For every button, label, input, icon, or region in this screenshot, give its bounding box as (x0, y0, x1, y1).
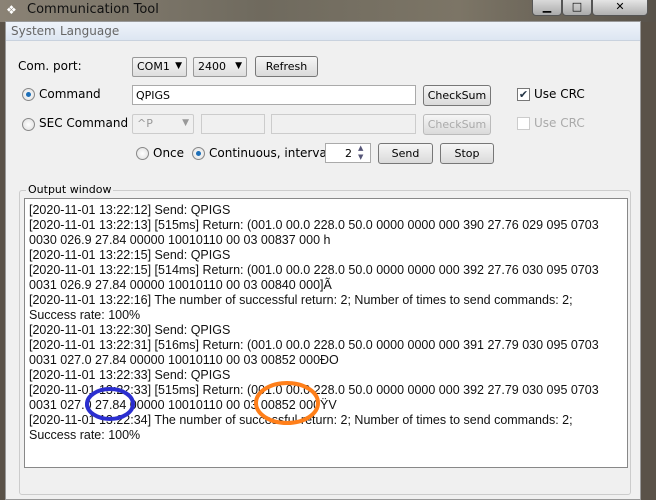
use-crc-checkbox[interactable]: ✔ (517, 88, 530, 101)
sec-command-select[interactable]: ^P ▼ (132, 114, 194, 134)
output-line: [2020-11-01 13:22:34] The number of succ… (29, 413, 573, 427)
output-line: 0030 026.9 27.84 00000 10010110 00 03 00… (29, 233, 331, 247)
stop-button[interactable]: Stop (440, 143, 494, 164)
output-line: [2020-11-01 13:22:33] [515ms] Return: (0… (29, 383, 599, 397)
sec-command-radio[interactable] (22, 118, 35, 131)
baud-rate-select[interactable]: 2400 ▼ (193, 57, 247, 77)
output-window[interactable]: [2020-11-01 13:22:12] Send: QPIGS [2020-1… (24, 198, 628, 468)
refresh-button[interactable]: Refresh (255, 56, 318, 77)
output-line: [2020-11-01 13:22:31] [516ms] Return: (0… (29, 338, 599, 352)
minimize-button[interactable]: ▁ (532, 0, 562, 16)
sec-command-input-2[interactable] (271, 114, 416, 134)
sec-checksum-button[interactable]: CheckSum (423, 114, 491, 135)
output-line: [2020-11-01 13:22:33] Send: QPIGS (29, 368, 231, 382)
continuous-radio[interactable] (192, 147, 205, 160)
once-label: Once (153, 146, 185, 160)
send-button[interactable]: Send (378, 143, 433, 164)
close-button[interactable]: ✕ (592, 0, 648, 16)
app-icon: ❖ (6, 3, 17, 17)
continuous-label: Continuous, interval (209, 146, 331, 160)
output-line: [2020-11-01 13:22:12] Send: QPIGS (29, 203, 231, 217)
window-title: Communication Tool (27, 2, 159, 17)
output-line: 0031 027.0 27.84 00000 10010110 00 03 00… (29, 353, 339, 367)
maximize-button[interactable]: □ (562, 0, 592, 16)
com-port-select[interactable]: COM1 ▼ (132, 57, 187, 77)
menu-system[interactable]: System (11, 24, 56, 38)
sec-use-crc-label: Use CRC (534, 116, 585, 130)
title-bar: ❖ Communication Tool ▁ □ ✕ (0, 0, 656, 22)
output-line: [2020-11-01 13:22:16] The number of succ… (29, 293, 573, 307)
sec-use-crc-checkbox[interactable] (517, 117, 530, 130)
output-line: [2020-11-01 13:22:13] [515ms] Return: (0… (29, 218, 599, 232)
command-label: Command (39, 87, 101, 101)
output-window-caption: Output window (26, 183, 114, 196)
sec-command-label: SEC Command (39, 116, 129, 130)
output-line: [2020-11-01 13:22:15] Send: QPIGS (29, 248, 231, 262)
output-line: Success rate: 100% (29, 428, 141, 442)
interval-stepper[interactable]: 2 (325, 143, 371, 163)
output-line: [2020-11-01 13:22:15] [514ms] Return: (0… (29, 263, 599, 277)
com-port-label: Com. port: (18, 59, 82, 73)
spinner-arrows-icon[interactable]: ▲ ▼ (358, 144, 363, 162)
chevron-down-icon: ▼ (182, 118, 189, 128)
output-line: 0031 026.9 27.84 00000 10010110 00 03 00… (29, 278, 332, 292)
checksum-button[interactable]: CheckSum (423, 85, 491, 106)
command-radio[interactable] (22, 88, 35, 101)
baud-rate-value: 2400 (198, 60, 226, 73)
output-line: Success rate: 100% (29, 308, 141, 322)
once-radio[interactable] (136, 147, 149, 160)
menu-language[interactable]: Language (60, 24, 119, 38)
menu-bar: System Language (6, 22, 640, 41)
sec-command-input-1[interactable] (201, 114, 265, 134)
com-port-value: COM1 (137, 60, 170, 73)
chevron-down-icon: ▼ (235, 61, 242, 71)
output-line: [2020-11-01 13:22:30] Send: QPIGS (29, 323, 231, 337)
chevron-down-icon: ▼ (175, 61, 182, 71)
output-line: 0031 027.0 27.84 00000 10010110 00 03 00… (29, 398, 337, 412)
command-input[interactable]: QPIGS (132, 85, 416, 105)
use-crc-label: Use CRC (534, 87, 585, 101)
main-window: System Language Com. port: COM1 ▼ 2400 ▼ R… (5, 21, 641, 500)
sec-command-value: ^P (137, 117, 153, 130)
